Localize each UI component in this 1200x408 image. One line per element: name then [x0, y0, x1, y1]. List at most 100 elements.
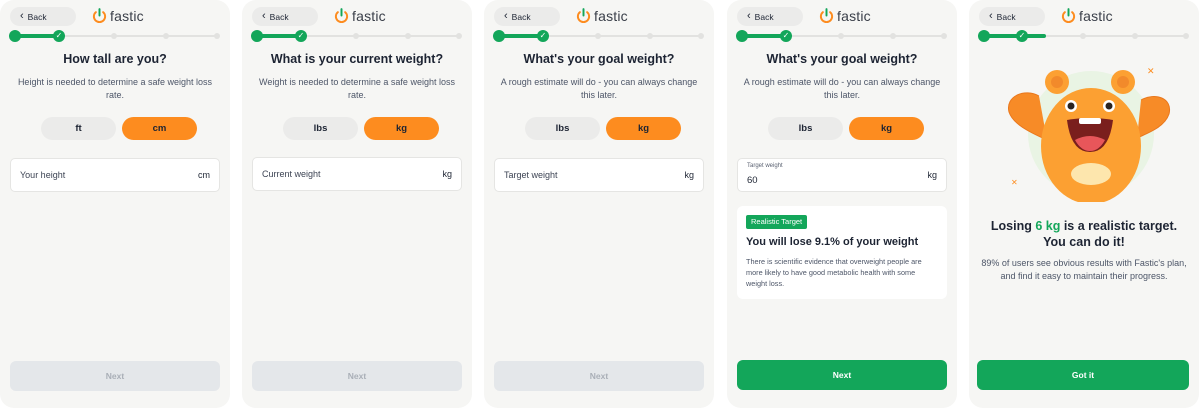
progress-step-pending: [163, 33, 169, 39]
page-title: What is your current weight?: [270, 52, 444, 66]
check-icon: ✓: [1016, 30, 1028, 42]
got-it-button[interactable]: Got it: [977, 360, 1189, 390]
page-title: How tall are you?: [63, 52, 167, 66]
chevron-left-icon: ‹: [989, 9, 993, 22]
fastic-power-logo-icon: [1061, 8, 1076, 24]
progress-step-pending: [353, 33, 359, 39]
progress-step-pending: [595, 33, 601, 39]
unit-option-kg[interactable]: kg: [849, 117, 924, 140]
unit-option-lbs[interactable]: lbs: [768, 117, 843, 140]
unit-suffix: kg: [927, 170, 937, 180]
progress-step-done: [736, 30, 748, 42]
screen-goal-weight-filled: ‹ Back fastic ✓ What's your goal weight?…: [727, 0, 957, 408]
progress-step-pending: [405, 33, 411, 39]
progress-step-pending: [214, 33, 220, 39]
logo-text: fastic: [594, 7, 628, 24]
next-button[interactable]: Next: [252, 361, 462, 391]
page-subtitle: Weight is needed to determine a safe wei…: [259, 77, 455, 100]
page-subtitle: A rough estimate will do - you can alway…: [743, 77, 941, 100]
progress-step-done: [9, 30, 21, 42]
progress-step-pending: [838, 33, 844, 39]
screen-realistic-target: ‹ Back fastic ✓ ✕ ✕ Losing 6 kg is a rea…: [969, 0, 1199, 408]
unit-suffix: cm: [198, 170, 210, 180]
check-icon: ✓: [780, 30, 792, 42]
page-subtitle: A rough estimate will do - you can alway…: [500, 77, 698, 100]
progress-bar: ✓: [251, 30, 462, 42]
unit-suffix: kg: [442, 169, 452, 179]
current-weight-placeholder: Current weight: [262, 169, 321, 179]
logo-text: fastic: [110, 7, 144, 24]
final-body: 89% of users see obvious results with Fa…: [981, 258, 1187, 281]
logo-text: fastic: [837, 7, 871, 24]
height-placeholder: Your height: [20, 170, 66, 180]
final-title-post: is a realistic target. You can do it!: [1043, 219, 1178, 249]
fastic-power-logo-icon: [92, 8, 107, 24]
back-label: Back: [754, 11, 774, 22]
back-button[interactable]: ‹ Back: [737, 7, 803, 26]
progress-step-pending: [647, 33, 653, 39]
back-button[interactable]: ‹ Back: [979, 7, 1045, 26]
page-title: What's your goal weight?: [766, 52, 918, 66]
unit-option-cm[interactable]: cm: [122, 117, 197, 140]
result-card: Realistic Target You will lose 9.1% of y…: [737, 206, 947, 299]
fastic-logo: fastic: [334, 7, 386, 24]
unit-option-lbs[interactable]: lbs: [283, 117, 358, 140]
target-weight-placeholder: Target weight: [504, 170, 558, 180]
fastic-logo: fastic: [819, 7, 871, 24]
progress-step-pending: [111, 33, 117, 39]
next-button[interactable]: Next: [737, 360, 947, 390]
progress-bar: ✓: [736, 30, 947, 42]
result-body: There is scientific evidence that overwe…: [746, 257, 922, 288]
check-icon: ✓: [53, 30, 65, 42]
target-weight-input[interactable]: Target weight 60 kg: [737, 158, 947, 192]
back-label: Back: [269, 11, 289, 22]
unit-option-kg[interactable]: kg: [606, 117, 681, 140]
page-subtitle: Height is needed to determine a safe wei…: [17, 77, 213, 100]
progress-step-pending: [456, 33, 462, 39]
back-button[interactable]: ‹ Back: [10, 7, 76, 26]
fastic-power-logo-icon: [576, 8, 591, 24]
bear-mascot-illustration: ✕ ✕: [1008, 67, 1171, 202]
screen-current-weight: ‹ Back fastic ✓ What is your current wei…: [242, 0, 472, 408]
unit-option-ft[interactable]: ft: [41, 117, 116, 140]
fastic-power-logo-icon: [334, 8, 349, 24]
current-weight-input[interactable]: Current weight kg: [252, 157, 462, 191]
check-icon: ✓: [295, 30, 307, 42]
progress-step-done: [251, 30, 263, 42]
final-title-pre: Losing: [990, 219, 1036, 233]
progress-step-done: [493, 30, 505, 42]
back-label: Back: [27, 11, 47, 22]
progress-bar: ✓: [978, 30, 1189, 42]
check-icon: ✓: [537, 30, 549, 42]
unit-option-kg[interactable]: kg: [364, 117, 439, 140]
progress-step-pending: [1080, 33, 1086, 39]
back-button[interactable]: ‹ Back: [252, 7, 318, 26]
back-button[interactable]: ‹ Back: [494, 7, 560, 26]
unit-toggle: lbs kg: [283, 117, 439, 140]
status-badge: Realistic Target: [746, 215, 808, 229]
chevron-left-icon: ‹: [747, 9, 751, 22]
final-title: Losing 6 kg is a realistic target. You c…: [979, 219, 1189, 250]
back-label: Back: [996, 11, 1016, 22]
svg-text:✕: ✕: [1011, 178, 1018, 187]
fastic-power-logo-icon: [819, 8, 834, 24]
unit-option-lbs[interactable]: lbs: [525, 117, 600, 140]
unit-toggle: ft cm: [41, 117, 197, 140]
progress-step-pending: [890, 33, 896, 39]
final-title-highlight: 6 kg: [1035, 219, 1061, 233]
progress-bar: ✓: [493, 30, 704, 42]
target-weight-input[interactable]: Target weight kg: [494, 158, 704, 192]
next-button[interactable]: Next: [10, 361, 220, 391]
page-title: What's your goal weight?: [523, 52, 675, 66]
next-button[interactable]: Next: [494, 361, 704, 391]
height-input[interactable]: Your height cm: [10, 158, 220, 192]
fastic-logo: fastic: [92, 7, 144, 24]
progress-step-pending: [941, 33, 947, 39]
progress-step-pending: [698, 33, 704, 39]
unit-toggle: lbs kg: [525, 117, 681, 140]
progress-bar: ✓: [9, 30, 220, 42]
screen-height: ‹ Back fastic ✓ How tall are you? Height…: [0, 0, 230, 408]
screen-goal-weight: ‹ Back fastic ✓ What's your goal weight?…: [484, 0, 714, 408]
fastic-logo: fastic: [1061, 7, 1113, 24]
result-title: You will lose 9.1% of your weight: [746, 236, 919, 248]
